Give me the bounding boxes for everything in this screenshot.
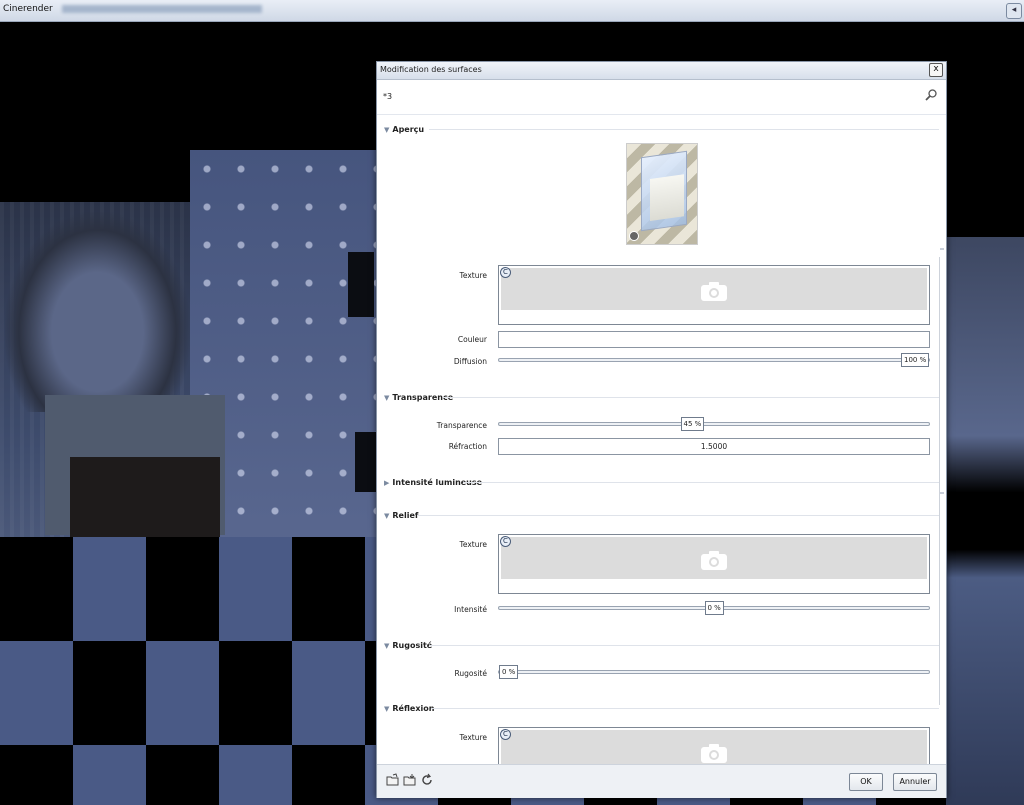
dialog-title: Modification des surfaces [380,65,482,74]
reflexion-texture-label: Texture [459,733,487,742]
couleur-field[interactable] [498,331,930,348]
scene-window [348,252,374,317]
reload-icon[interactable] [420,773,434,787]
ok-button[interactable]: OK [849,773,883,791]
section-divider [463,482,939,483]
texture-browse-button[interactable]: C [500,267,511,278]
collapse-arrow-icon: ▼ [384,512,390,520]
section-divider [429,129,939,130]
camera-icon [701,744,727,763]
rugosite-slider-thumb[interactable]: 0 % [499,665,519,679]
scene-window [355,432,377,492]
reflexion-texture-slot[interactable]: C [498,727,930,765]
section-divider [431,708,939,709]
save-folder-icon[interactable] [403,773,417,787]
color-texture-slot[interactable]: C [498,265,930,325]
scroll-marker [940,248,944,250]
section-reflexion-header[interactable]: ▼ Réflexion [384,704,434,713]
expand-arrow-icon: ▶ [384,479,390,487]
open-folder-icon[interactable] [386,773,400,787]
surface-name: *3 [383,92,393,101]
dialog-close-button[interactable]: x [929,63,943,77]
divider [377,114,946,115]
texture-placeholder [501,730,927,765]
diffusion-label: Diffusion [453,357,487,366]
preview-object [641,150,687,232]
refraction-label: Réfraction [448,442,487,451]
rugosite-slider[interactable]: 0 % [498,665,930,679]
texture-placeholder [501,268,927,310]
section-relief-header[interactable]: ▼ Relief [384,511,418,520]
transparence-slider-thumb[interactable]: 45 % [680,417,705,431]
texture-browse-button[interactable]: C [500,729,511,740]
preview-object-inner [650,174,684,221]
section-apercu-header[interactable]: ▼ Aperçu [384,125,424,134]
section-divider [443,397,939,398]
diffusion-slider-thumb[interactable]: 100 % [901,353,930,367]
camera-icon [701,551,727,570]
collapse-arrow-icon: ▼ [384,705,390,713]
texture-placeholder [501,537,927,579]
surface-editor-dialog: Modification des surfaces x *3 ▼ Aperçu T… [376,61,947,798]
app-window-button[interactable]: ◂ [1006,3,1022,19]
couleur-label: Couleur [457,335,487,344]
relief-texture-slot[interactable]: C [498,534,930,594]
cancel-button[interactable]: Annuler [893,773,937,791]
section-divider [417,515,939,516]
section-divider [429,645,939,646]
app-titlebar: Cinerender ◂ [0,0,1024,22]
diffusion-slider[interactable]: 100 % [498,353,930,367]
intensite-slider[interactable]: 0 % [498,601,930,615]
transparence-label: Transparence [436,421,487,430]
dialog-titlebar: Modification des surfaces x [377,62,946,80]
camera-icon [701,282,727,301]
relief-texture-label: Texture [459,540,487,549]
app-title: Cinerender [3,4,53,14]
dialog-scrollbar[interactable] [939,257,944,705]
transparence-slider[interactable]: 45 % [498,417,930,431]
texture-label: Texture [459,271,487,280]
collapse-arrow-icon: ▼ [384,394,390,402]
intensite-slider-thumb[interactable]: 0 % [704,601,724,615]
material-preview [627,144,697,244]
intensite-label: Intensité [454,605,487,614]
preview-settings-icon[interactable] [629,231,639,241]
scene-tree [5,212,190,412]
search-icon[interactable] [924,88,938,102]
scene-right-edge [946,237,1024,805]
dialog-footer: OK Annuler [377,764,946,798]
collapse-arrow-icon: ▼ [384,642,390,650]
refraction-field[interactable]: 1.5000 [498,438,930,455]
texture-browse-button[interactable]: C [500,536,511,547]
scroll-marker [940,492,944,494]
app-subtitle-blurred [62,5,262,13]
section-rugosite-header[interactable]: ▼ Rugosité [384,641,432,650]
collapse-arrow-icon: ▼ [384,126,390,134]
rugosite-label: Rugosité [454,669,487,678]
